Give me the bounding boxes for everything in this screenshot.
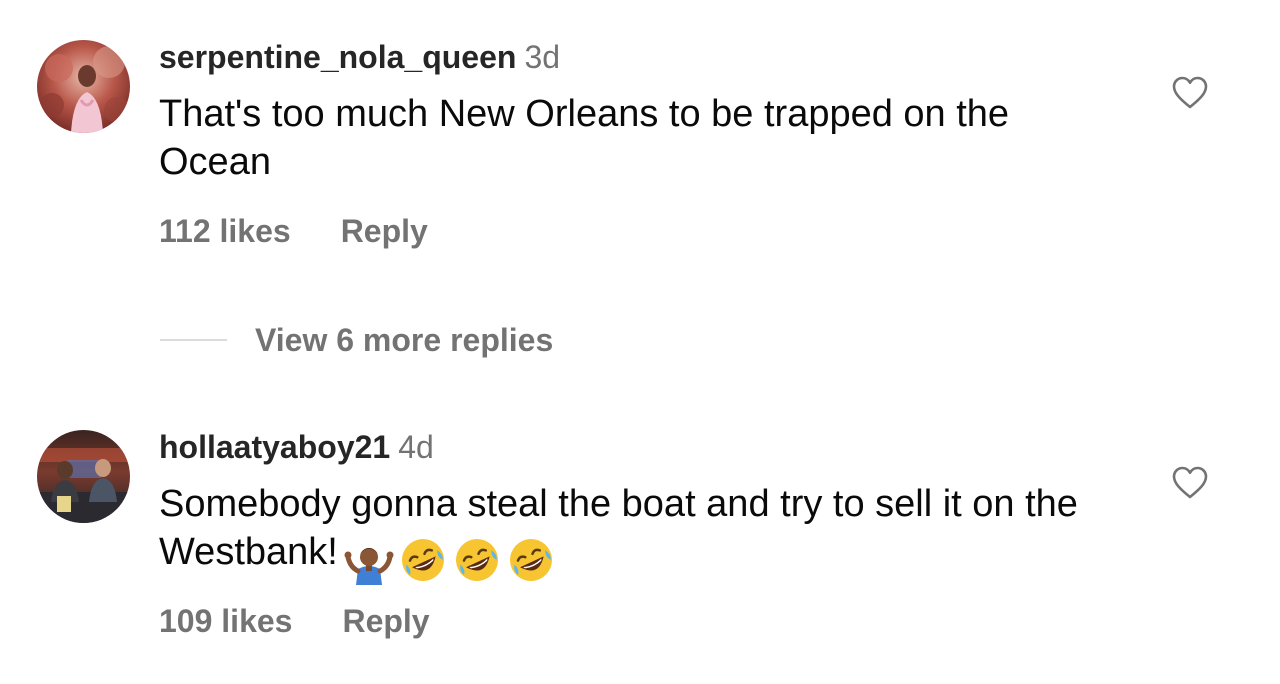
timestamp: 4d	[398, 429, 434, 465]
view-more-replies-button[interactable]: View 6 more replies	[160, 320, 553, 360]
heart-icon[interactable]	[1172, 76, 1208, 110]
comment-text: Somebody gonna steal the boat and try to…	[159, 483, 1078, 573]
likes-count[interactable]: 112 likes	[159, 212, 291, 250]
shrug-emoji-icon	[344, 547, 394, 585]
comment-header: serpentine_nola_queen 3d	[159, 38, 560, 76]
comment-actions: 112 likes Reply	[159, 212, 428, 250]
username[interactable]: serpentine_nola_queen	[159, 39, 516, 75]
reply-button[interactable]: Reply	[341, 212, 428, 250]
avatar-photo	[37, 40, 130, 133]
timestamp: 3d	[524, 39, 561, 75]
avatar-photo	[37, 430, 130, 523]
rofl-emoji-icon	[509, 538, 552, 581]
rofl-emoji-icon	[401, 538, 444, 581]
comment-text-container: Somebody gonna steal the boat and try to…	[159, 480, 1119, 585]
reply-button[interactable]: Reply	[342, 602, 429, 640]
comment-item: hollaatyaboy21 4d Somebody gonna steal th…	[0, 390, 1280, 684]
comment-header: hollaatyaboy21 4d	[159, 428, 434, 466]
view-replies-label: View 6 more replies	[255, 322, 554, 358]
likes-count[interactable]: 109 likes	[159, 602, 292, 640]
emoji-group	[344, 534, 560, 585]
comment-text: That's too much New Orleans to be trappe…	[159, 93, 1010, 183]
username[interactable]: hollaatyaboy21	[159, 429, 390, 465]
replies-divider-line	[160, 339, 227, 341]
comment-actions: 109 likes Reply	[159, 602, 430, 640]
heart-icon[interactable]	[1172, 466, 1208, 500]
comment-item: serpentine_nola_queen 3d That's too much …	[0, 0, 1280, 300]
rofl-emoji-icon	[455, 538, 498, 581]
avatar[interactable]	[37, 40, 130, 133]
avatar[interactable]	[37, 430, 130, 523]
